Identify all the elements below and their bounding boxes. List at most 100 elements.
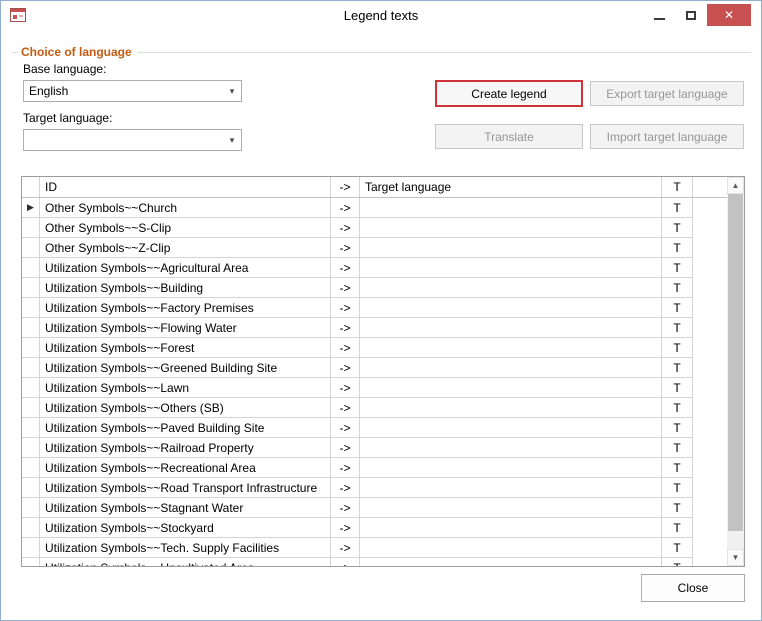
row-target-cell[interactable] [360,378,662,398]
row-selector-cell[interactable] [22,458,40,478]
row-selector-cell[interactable] [22,518,40,538]
row-target-cell[interactable] [360,398,662,418]
row-selector-cell[interactable] [22,378,40,398]
table-row[interactable]: Utilization Symbols~~Forest -> T [22,338,727,358]
table-row[interactable]: Utilization Symbols~~Greened Building Si… [22,358,727,378]
table-row[interactable]: Utilization Symbols~~Road Transport Infr… [22,478,727,498]
row-selector-cell[interactable] [22,558,40,566]
translate-button[interactable]: Translate [435,124,583,149]
row-translate-cell[interactable]: T [662,438,693,458]
create-legend-button[interactable]: Create legend [435,80,583,107]
row-translate-cell[interactable]: T [662,318,693,338]
row-selector-cell[interactable] [22,258,40,278]
table-row[interactable]: Other Symbols~~Z-Clip -> T [22,238,727,258]
row-target-cell[interactable] [360,478,662,498]
table-row[interactable]: Utilization Symbols~~Railroad Property -… [22,438,727,458]
column-header-map[interactable]: -> [331,177,360,197]
column-header-id[interactable]: ID [40,177,331,197]
row-translate-cell[interactable]: T [662,358,693,378]
table-row[interactable]: Utilization Symbols~~Lawn -> T [22,378,727,398]
row-target-cell[interactable] [360,358,662,378]
row-target-cell[interactable] [360,438,662,458]
row-target-cell[interactable] [360,498,662,518]
row-selector-cell[interactable] [22,218,40,238]
table-row[interactable]: Other Symbols~~S-Clip -> T [22,218,727,238]
row-selector-cell[interactable] [22,278,40,298]
row-map-cell: -> [331,218,360,238]
row-selector-cell[interactable]: ▶ [22,198,40,218]
row-selector-cell[interactable] [22,498,40,518]
row-selector-cell[interactable] [22,318,40,338]
row-target-cell[interactable] [360,218,662,238]
row-target-cell[interactable] [360,238,662,258]
row-target-cell[interactable] [360,318,662,338]
titlebar[interactable]: Legend texts ✕ [1,1,761,30]
table-row[interactable]: Utilization Symbols~~Flowing Water -> T [22,318,727,338]
row-selector-cell[interactable] [22,238,40,258]
row-translate-cell[interactable]: T [662,538,693,558]
table-row[interactable]: Utilization Symbols~~Tech. Supply Facili… [22,538,727,558]
table-row[interactable]: Utilization Symbols~~Agricultural Area -… [22,258,727,278]
row-translate-cell[interactable]: T [662,258,693,278]
row-id-cell: Utilization Symbols~~Others (SB) [40,398,331,418]
export-target-language-button[interactable]: Export target language [590,81,744,106]
row-selector-cell[interactable] [22,358,40,378]
table-row[interactable]: Utilization Symbols~~Factory Premises ->… [22,298,727,318]
table-row[interactable]: Utilization Symbols~~Stockyard -> T [22,518,727,538]
row-translate-cell[interactable]: T [662,298,693,318]
table-row[interactable]: Utilization Symbols~~Building -> T [22,278,727,298]
table-row[interactable]: Utilization Symbols~~Stagnant Water -> T [22,498,727,518]
table-row[interactable]: Utilization Symbols~~Others (SB) -> T [22,398,727,418]
row-selector-cell[interactable] [22,298,40,318]
row-translate-cell[interactable]: T [662,478,693,498]
row-translate-cell[interactable]: T [662,558,693,566]
table-row[interactable]: Utilization Symbols~~Recreational Area -… [22,458,727,478]
row-translate-cell[interactable]: T [662,278,693,298]
scrollbar-track[interactable] [727,194,744,549]
row-target-cell[interactable] [360,258,662,278]
table-row[interactable]: Utilization Symbols~~Paved Building Site… [22,418,727,438]
close-dialog-button[interactable]: Close [641,574,745,602]
row-target-cell[interactable] [360,518,662,538]
row-target-cell[interactable] [360,338,662,358]
row-target-cell[interactable] [360,418,662,438]
row-selector-cell[interactable] [22,418,40,438]
row-target-cell[interactable] [360,298,662,318]
column-header-translate[interactable]: T [662,177,693,197]
row-translate-cell[interactable]: T [662,458,693,478]
table-row[interactable]: ▶ Other Symbols~~Church -> T [22,198,727,218]
scrollbar-thumb[interactable] [728,194,743,531]
row-translate-cell[interactable]: T [662,218,693,238]
base-language-select[interactable]: English ▾ [23,80,242,102]
row-translate-cell[interactable]: T [662,418,693,438]
row-selector-cell[interactable] [22,478,40,498]
target-language-select[interactable]: ▾ [23,129,242,151]
row-translate-cell[interactable]: T [662,518,693,538]
row-translate-cell[interactable]: T [662,238,693,258]
row-selector-cell[interactable] [22,338,40,358]
row-selector-cell[interactable] [22,438,40,458]
row-translate-cell[interactable]: T [662,398,693,418]
row-selector-cell[interactable] [22,538,40,558]
table-row[interactable]: Utilization Symbols~~Uncultivated Area -… [22,558,727,566]
maximize-button[interactable] [675,4,707,26]
close-window-button[interactable]: ✕ [707,4,751,26]
scroll-down-button[interactable]: ▼ [727,549,744,566]
row-target-cell[interactable] [360,538,662,558]
scroll-up-button[interactable]: ▲ [727,177,744,194]
row-target-cell[interactable] [360,458,662,478]
row-selector-cell[interactable] [22,398,40,418]
row-translate-cell[interactable]: T [662,378,693,398]
minimize-button[interactable] [643,4,675,26]
row-map-cell: -> [331,318,360,338]
vertical-scrollbar[interactable]: ▲ ▼ [727,177,744,566]
import-target-language-button[interactable]: Import target language [590,124,744,149]
row-translate-cell[interactable]: T [662,198,693,218]
row-id-cell: Utilization Symbols~~Stockyard [40,518,331,538]
row-target-cell[interactable] [360,198,662,218]
row-translate-cell[interactable]: T [662,338,693,358]
row-translate-cell[interactable]: T [662,498,693,518]
column-header-target-language[interactable]: Target language [360,177,662,197]
row-target-cell[interactable] [360,278,662,298]
row-target-cell[interactable] [360,558,662,566]
